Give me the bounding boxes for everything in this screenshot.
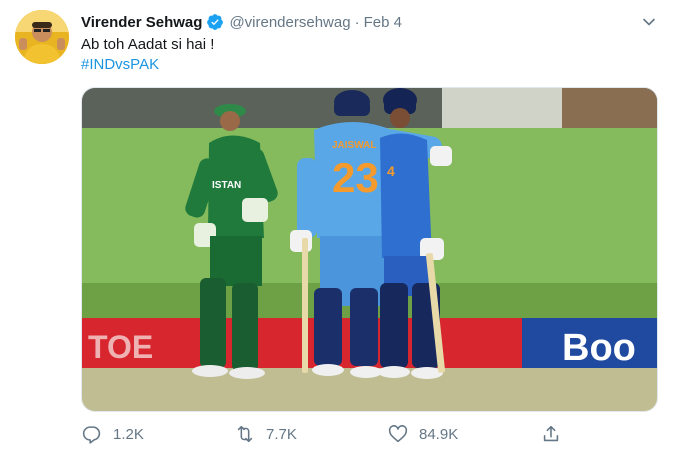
- tweet-date[interactable]: Feb 4: [364, 14, 402, 31]
- tweet-card[interactable]: Virender Sehwag @virendersehwag · Feb 4 …: [0, 0, 674, 450]
- retweet-button[interactable]: 7.7K: [234, 420, 297, 448]
- retweet-icon: [234, 423, 256, 445]
- retweet-count: 7.7K: [266, 425, 297, 443]
- jersey-number-2: 4: [387, 163, 395, 179]
- verified-badge-icon: [206, 13, 224, 31]
- header-separator: ·: [354, 13, 360, 31]
- jersey-number: 23: [332, 154, 379, 201]
- chevron-down-icon[interactable]: [641, 14, 657, 30]
- board-right-text: Boo: [562, 327, 636, 369]
- reply-icon: [81, 423, 103, 445]
- hashtag-link[interactable]: #INDvsPAK: [81, 55, 159, 75]
- tweet-text: Ab toh Aadat si hai !: [81, 36, 215, 53]
- pak-chest-text: ISTAN: [212, 180, 241, 191]
- jersey-name: JAISWAL: [332, 140, 376, 151]
- like-count: 84.9K: [419, 425, 459, 443]
- share-button[interactable]: [540, 420, 572, 448]
- reply-count: 1.2K: [113, 425, 144, 443]
- author-display-name[interactable]: Virender Sehwag: [81, 14, 202, 31]
- tweet-header: Virender Sehwag @virendersehwag · Feb 4: [81, 11, 402, 33]
- heart-icon: [387, 423, 409, 445]
- reply-button[interactable]: 1.2K: [81, 420, 144, 448]
- author-handle[interactable]: @virendersehwag: [229, 14, 350, 31]
- tweet-photo[interactable]: TOE Boo ISTAN JAISWAL 23 4: [81, 87, 658, 412]
- board-left-text: TOE: [88, 329, 153, 365]
- author-avatar[interactable]: [15, 10, 69, 64]
- tweet-actions: 1.2K 7.7K 84.9K: [0, 420, 674, 448]
- share-icon: [540, 423, 562, 445]
- like-button[interactable]: 84.9K: [387, 420, 458, 448]
